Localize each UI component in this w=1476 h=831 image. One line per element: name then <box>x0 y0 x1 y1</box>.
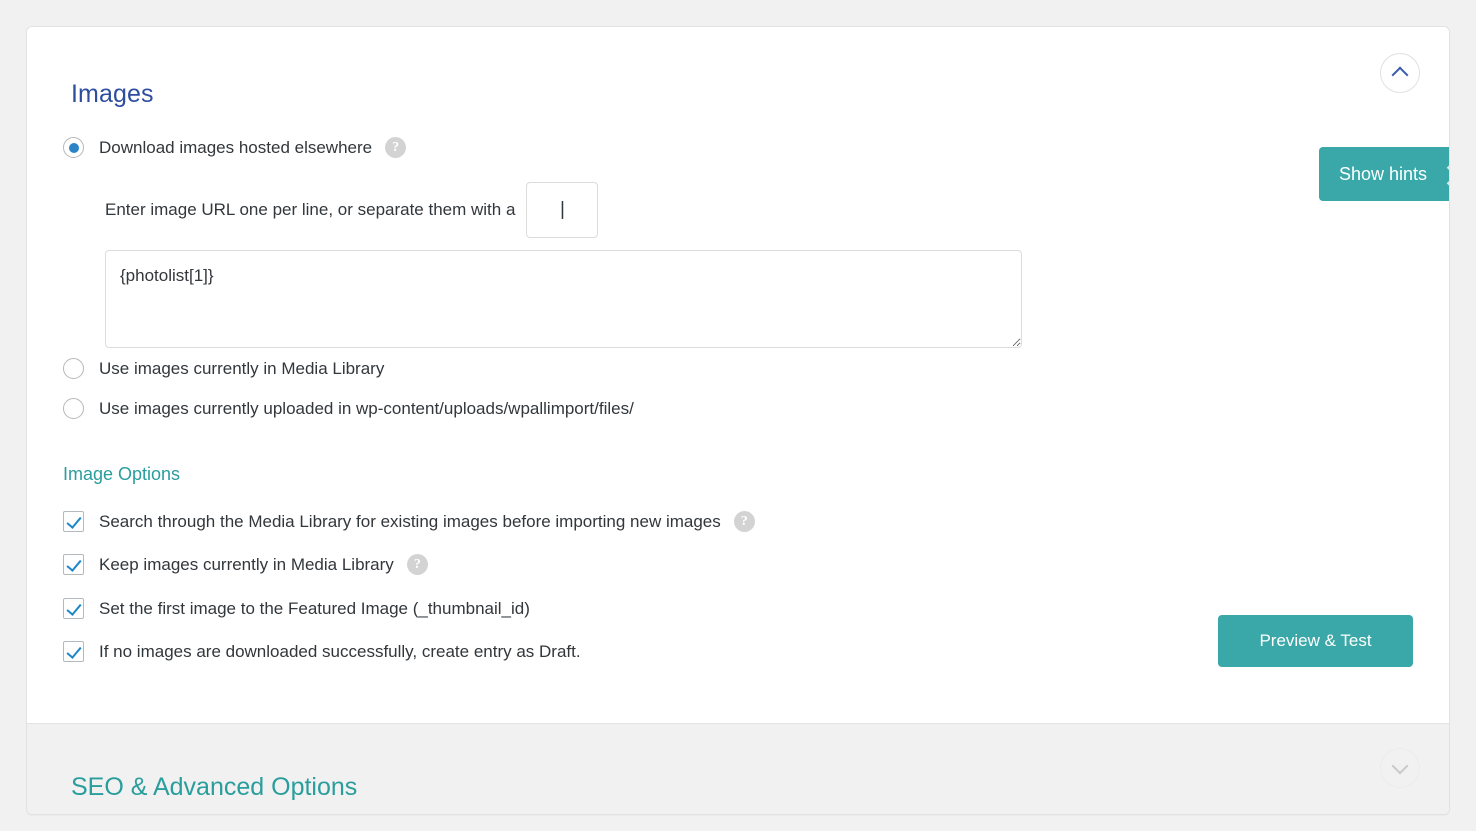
radio-option-media-library[interactable]: Use images currently in Media Library <box>63 358 384 379</box>
checkbox-keep-images[interactable] <box>63 554 84 575</box>
radio-label-download-elsewhere: Download images hosted elsewhere <box>99 137 373 157</box>
radio-option-uploads-folder[interactable]: Use images currently uploaded in wp-cont… <box>63 398 634 419</box>
checkbox-search-media-library[interactable] <box>63 511 84 532</box>
separator-instruction-label: Enter image URL one per line, or separat… <box>105 200 516 219</box>
chevron-right-icon <box>1441 166 1449 182</box>
checkbox-label-keep-images: Keep images currently in Media Library <box>99 554 394 574</box>
checkbox-row-draft-on-failure[interactable]: If no images are downloaded successfully… <box>63 641 581 662</box>
chevron-up-icon <box>1393 66 1407 80</box>
seo-advanced-options-title: SEO & Advanced Options <box>71 772 358 801</box>
radio-media-library[interactable] <box>63 358 84 379</box>
seo-advanced-options-section[interactable]: SEO & Advanced Options <box>27 724 1449 814</box>
image-url-textarea[interactable] <box>105 250 1022 348</box>
page-title: Images <box>71 79 154 108</box>
image-options-heading: Image Options <box>63 464 181 484</box>
expand-seo-section-button[interactable] <box>1380 748 1420 788</box>
radio-download-elsewhere[interactable] <box>63 137 84 158</box>
checkbox-row-featured-image[interactable]: Set the first image to the Featured Imag… <box>63 598 530 619</box>
checkbox-featured-image[interactable] <box>63 598 84 619</box>
images-panel: Images Show hints Download images hosted… <box>26 26 1450 815</box>
checkbox-row-keep-images[interactable]: Keep images currently in Media Library ? <box>63 554 428 575</box>
preview-and-test-button[interactable]: Preview & Test <box>1218 615 1413 667</box>
chevron-down-icon <box>1393 761 1407 775</box>
separator-row: Enter image URL one per line, or separat… <box>105 182 599 238</box>
radio-label-uploads-folder: Use images currently uploaded in wp-cont… <box>99 398 634 418</box>
checkbox-label-featured-image: Set the first image to the Featured Imag… <box>99 598 530 618</box>
radio-uploads-folder[interactable] <box>63 398 84 419</box>
checkbox-label-draft-on-failure: If no images are downloaded successfully… <box>99 641 581 661</box>
question-mark-icon-download-elsewhere[interactable]: ? <box>385 137 407 158</box>
checkbox-label-search-media-library: Search through the Media Library for exi… <box>99 511 721 531</box>
radio-option-download-elsewhere[interactable]: Download images hosted elsewhere ? <box>63 137 407 158</box>
checkbox-row-search-media-library[interactable]: Search through the Media Library for exi… <box>63 511 755 532</box>
separator-input[interactable] <box>526 182 599 238</box>
collapse-images-section-button[interactable] <box>1380 53 1420 93</box>
checkbox-draft-on-failure[interactable] <box>63 641 84 662</box>
question-mark-icon-keep-images[interactable]: ? <box>406 554 428 575</box>
question-mark-icon-search-media-library[interactable]: ? <box>733 511 755 532</box>
show-hints-label: Show hints <box>1338 163 1427 184</box>
show-hints-button[interactable]: Show hints <box>1318 147 1449 201</box>
radio-label-media-library: Use images currently in Media Library <box>99 358 385 378</box>
images-section-body: Images Show hints Download images hosted… <box>27 27 1449 724</box>
